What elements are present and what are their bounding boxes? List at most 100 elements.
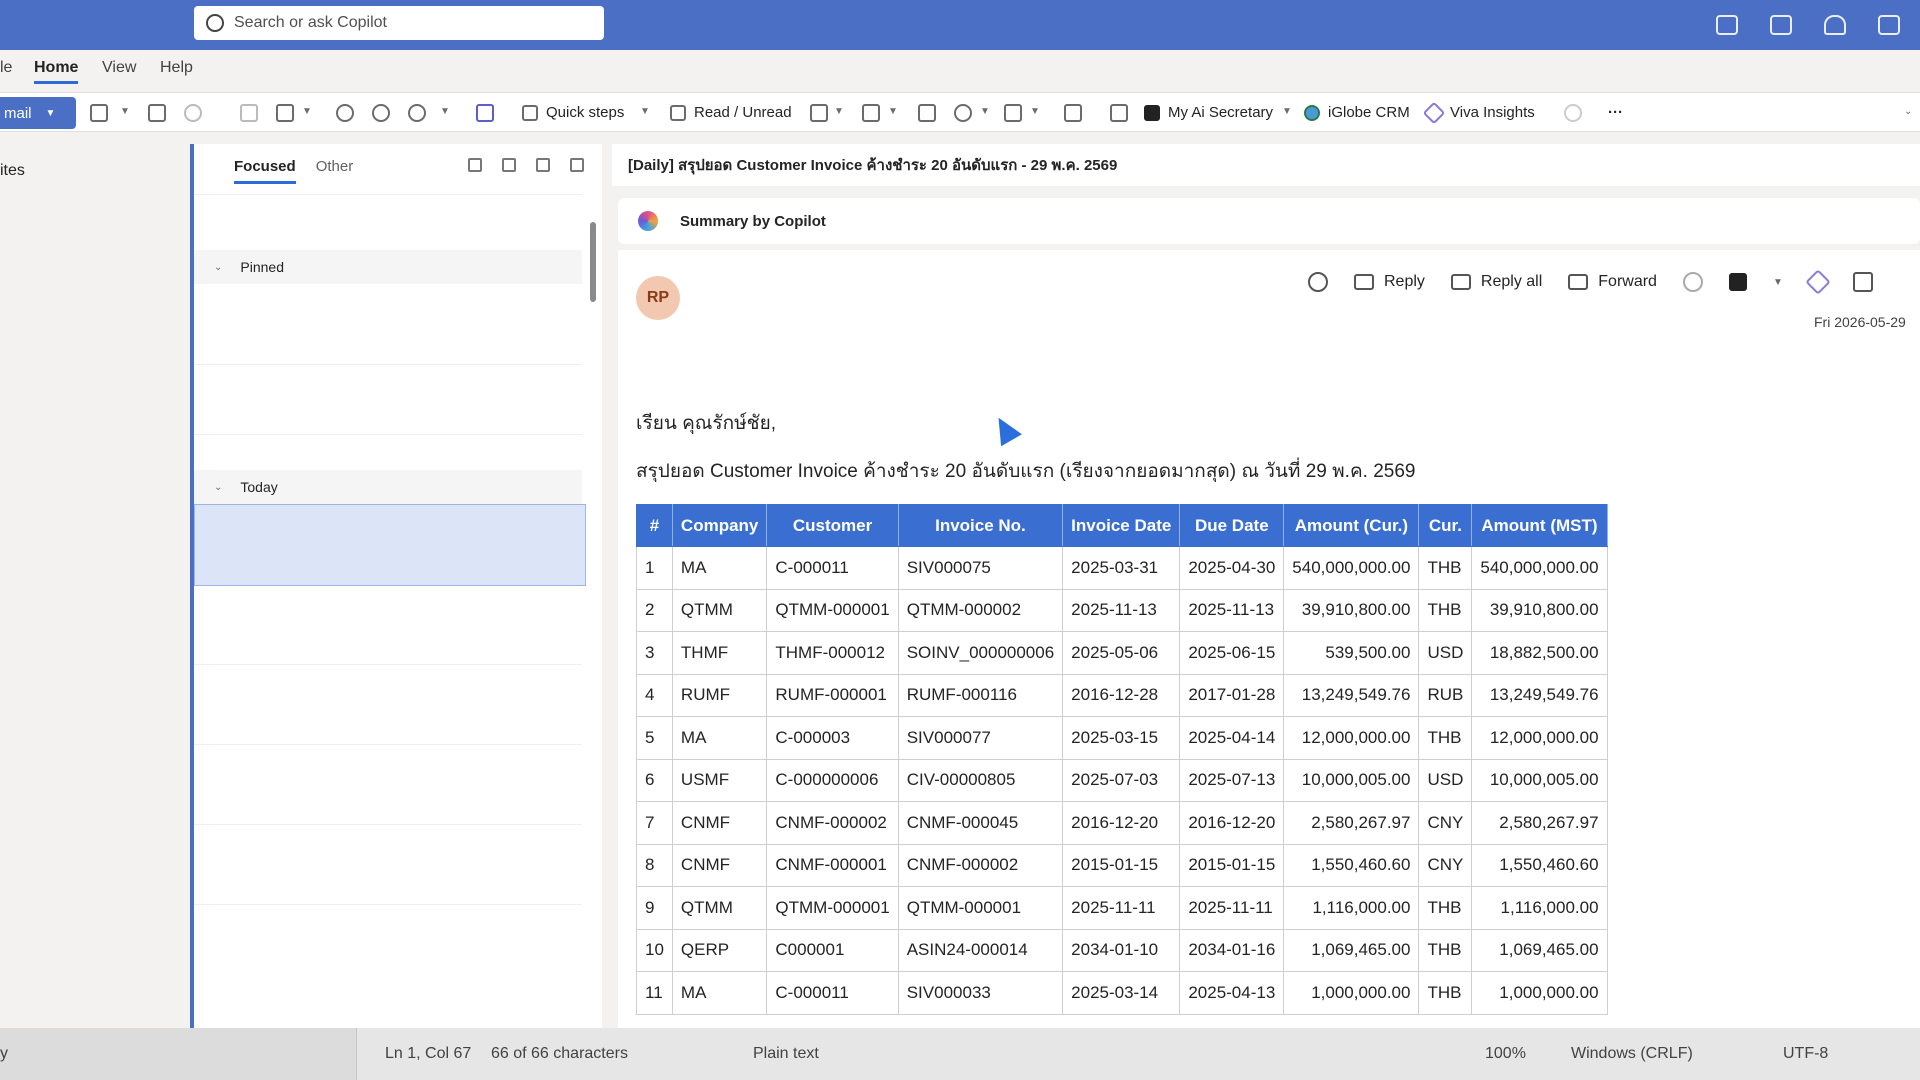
chevron-down-icon[interactable]: ▼ [120,106,130,117]
top-bar: Search or ask Copilot [0,0,1920,50]
table-cell: USD [1418,631,1473,675]
feedback-icon[interactable] [1770,15,1792,35]
divider [194,744,582,745]
status-chars: 66 of 66 characters [491,1045,628,1062]
archive-icon[interactable] [148,104,166,122]
table-cell: 13,249,549.76 [1283,673,1420,717]
secretary-icon[interactable] [1728,273,1747,291]
read-unread-button[interactable]: Read / Unread [670,104,792,121]
table-cell: 2025-04-13 [1179,971,1285,1015]
forward-label: Forward [1598,273,1657,290]
teams-icon[interactable] [1716,15,1738,35]
table-cell: RUB [1418,673,1473,717]
list-item-selected[interactable] [194,504,586,586]
tab-other[interactable]: Other [316,158,354,184]
menu-help[interactable]: Help [160,59,193,77]
table-row: 8 CNMF CNMF-000001 CNMF-000002 2015-01-15 201… [636,843,1608,887]
clock-icon[interactable] [954,104,972,122]
chevron-down-icon[interactable]: ▼ [834,106,844,117]
folder-pane: ites [0,134,190,1028]
table-row: 7 CNMF CNMF-000002 CNMF-000045 2016-12-20 201… [636,801,1608,845]
status-zoom[interactable]: 100% [1485,1045,1526,1063]
scrollbar[interactable] [590,222,596,302]
table-cell: SOINV_000000006 [897,631,1064,675]
chevron-down-icon[interactable]: ▼ [46,108,56,119]
table-cell: SIV000077 [897,716,1064,760]
delete-icon[interactable] [90,104,108,122]
table-header: Due Date [1179,504,1285,547]
table-cell: C-000000006 [766,758,899,802]
menu-view[interactable]: View [102,59,136,77]
table-cell: 1,550,460.60 [1471,843,1608,887]
iglobe-crm-button[interactable]: iGlobe CRM [1304,104,1410,121]
report-icon[interactable] [184,104,202,122]
folder-favorites[interactable]: ites [0,162,25,180]
select-icon[interactable] [468,158,482,172]
copilot-summary-button[interactable]: Summary by Copilot [618,198,1920,244]
reply-all-button[interactable]: Reply all [1450,273,1542,291]
bell-icon[interactable] [1824,15,1846,35]
divider [194,364,582,365]
undo-icon[interactable] [1564,104,1582,122]
chevron-down-icon[interactable]: ▼ [302,106,312,117]
reply-all-icon[interactable] [372,104,390,122]
chevron-down-icon[interactable]: ▼ [1030,106,1040,117]
forward-icon[interactable] [408,104,426,122]
menu-home[interactable]: Home [34,59,79,84]
search-box[interactable]: Search or ask Copilot [194,6,604,40]
more-options-button[interactable]: ··· [1608,104,1623,121]
reply-button[interactable]: Reply [1354,273,1425,291]
status-format[interactable]: Plain text [753,1045,819,1063]
flag-icon[interactable] [862,104,880,122]
group-today[interactable]: ⌄ Today [194,470,582,504]
block-icon[interactable] [1682,272,1703,292]
sort-icon[interactable] [570,158,584,172]
group-pinned[interactable]: ⌄ Pinned [194,250,582,284]
table-cell: 2025-11-11 [1179,886,1285,930]
chevron-down-icon[interactable]: ▼ [640,106,650,117]
pin-icon[interactable] [918,104,936,122]
table-cell: USD [1418,758,1473,802]
tag-icon[interactable] [810,104,828,122]
menu-file[interactable]: le [0,59,12,77]
new-mail-button[interactable]: mail ▼ [0,97,76,129]
rules-icon[interactable] [1004,104,1022,122]
filter-icon[interactable] [536,158,550,172]
apps-icon[interactable] [1110,104,1128,122]
settings-icon[interactable] [1878,15,1900,35]
viva-insights-icon[interactable] [1805,269,1831,295]
chevron-down-icon[interactable]: ▼ [888,106,898,117]
chevron-down-icon[interactable]: ▼ [440,106,450,117]
status-encoding[interactable]: UTF-8 [1783,1045,1828,1063]
chevron-down-icon: ⌄ [214,261,223,273]
sweep-icon[interactable] [240,104,258,122]
apps-icon[interactable] [1852,272,1873,292]
reply-icon[interactable] [336,104,354,122]
print-icon[interactable] [1064,104,1082,122]
chevron-down-icon[interactable]: ▼ [1282,106,1292,117]
table-cell: 2015-01-15 [1062,843,1181,887]
table-cell: 2025-04-14 [1179,716,1285,760]
quick-steps-button[interactable]: Quick steps [522,104,624,121]
table-cell: QTMM-000002 [897,588,1064,632]
my-ai-secretary-button[interactable]: My Ai Secretary [1144,104,1273,121]
chevron-down-icon[interactable]: ▼ [980,106,990,117]
forward-button[interactable]: Forward [1568,273,1657,291]
table-cell: THB [1418,588,1473,632]
viva-insights-button[interactable]: Viva Insights [1422,101,1535,124]
tab-focused[interactable]: Focused [234,158,296,184]
avatar[interactable]: RP [636,276,680,320]
status-eol[interactable]: Windows (CRLF) [1571,1045,1693,1063]
chevron-down-icon[interactable]: ⌄ [1904,106,1912,117]
iglobe-crm-label: iGlobe CRM [1328,104,1410,121]
teams-share-icon[interactable] [476,104,494,122]
table-cell: 2025-07-13 [1179,758,1285,802]
move-to-icon[interactable] [276,104,294,122]
table-cell: 6 [636,758,673,802]
reaction-icon[interactable] [1308,272,1328,292]
jump-icon[interactable] [502,158,516,172]
table-cell: THMF-000012 [766,631,899,675]
ribbon-toolbar: mail ▼ ▼ ▼ ▼ Quick steps ▼ Read / Unread… [0,92,1920,132]
chevron-down-icon[interactable]: ▼ [1773,277,1783,288]
table-cell: 10,000,005.00 [1283,758,1420,802]
